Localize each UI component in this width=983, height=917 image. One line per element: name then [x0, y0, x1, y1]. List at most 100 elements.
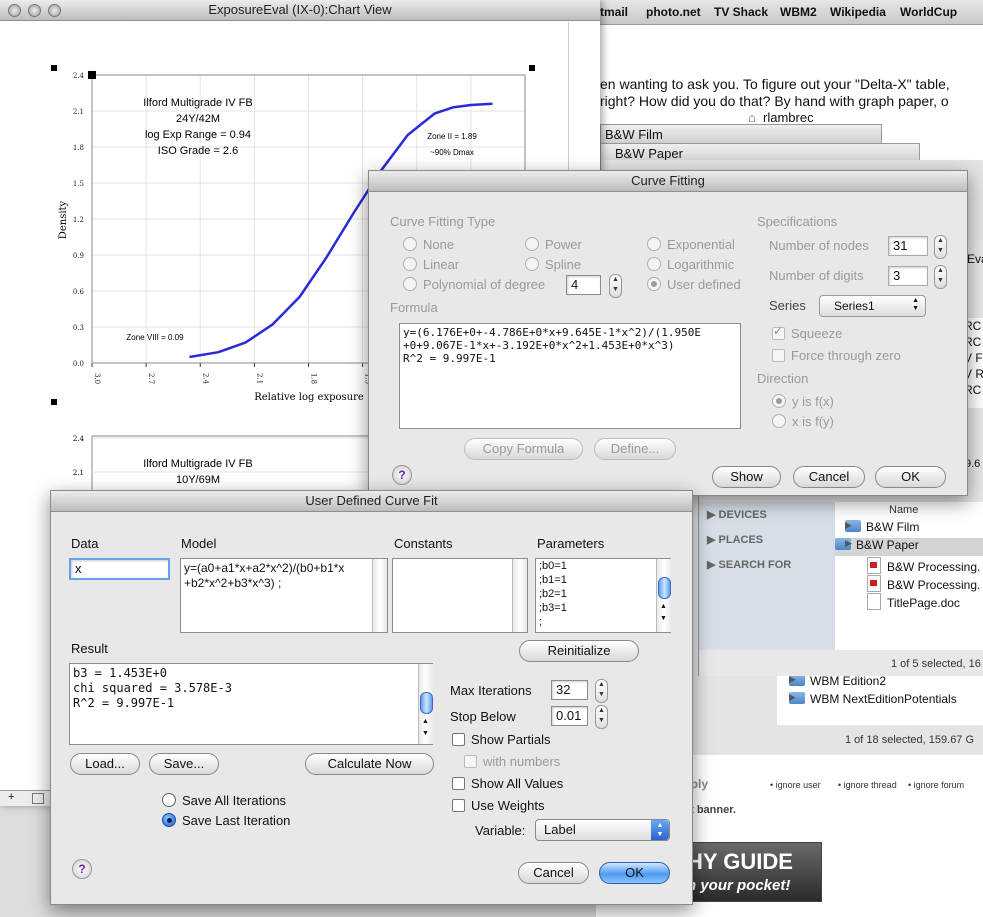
radio-save-all-iterations[interactable]: Save All Iterations	[162, 793, 286, 808]
curve-fitting-title: Curve Fitting	[631, 173, 705, 188]
number-of-digits-field[interactable]: 3	[888, 266, 928, 286]
bookmark-tv-shack[interactable]: TV Shack	[714, 5, 768, 19]
help-icon[interactable]: ?	[392, 465, 412, 485]
parameters-scroll-thumb[interactable]	[658, 577, 671, 599]
define-button[interactable]: Define...	[594, 438, 676, 460]
scroll-down-icon[interactable]: ▼	[422, 730, 429, 737]
scroll-up-icon[interactable]: ▲	[422, 718, 429, 725]
max-iterations-stepper[interactable]: ▲ ▼	[595, 679, 608, 703]
degree-stepper[interactable]: ▲ ▼	[609, 274, 622, 298]
finder-outer-item[interactable]: ▶ WBM NextEditionPotentials	[789, 692, 957, 706]
radio-polynomial[interactable]: Polynomial of degree	[403, 277, 545, 292]
bookmark-worldcup[interactable]: WorldCup	[900, 5, 957, 19]
result-scrollbar[interactable]: ▲ ▼	[418, 664, 433, 744]
ad-small-text: n your pocket!	[687, 877, 791, 894]
constants-scrollbar[interactable]	[512, 559, 527, 632]
show-button[interactable]: Show	[712, 466, 781, 488]
radio-y-is-fx[interactable]: y is f(x)	[772, 394, 834, 409]
finder-item[interactable]: ▶ B&W Film	[845, 520, 919, 534]
x-axis-label: Relative log exposure	[254, 392, 364, 403]
ignore-user-link[interactable]: • ignore user	[770, 780, 821, 790]
scroll-up-icon[interactable]: ▲	[660, 603, 667, 610]
radio-save-last-iteration[interactable]: Save Last Iteration	[162, 813, 290, 828]
series-select[interactable]: Series1 ▲ ▼	[819, 295, 926, 317]
model-scrollbar[interactable]	[372, 559, 387, 632]
number-of-nodes-field[interactable]: 31	[888, 236, 928, 256]
constants-text[interactable]	[392, 558, 528, 633]
squeeze-checkbox[interactable]: Squeeze	[772, 324, 842, 341]
cancel-button[interactable]: Cancel	[793, 466, 865, 488]
formula-text[interactable]: y=(6.176E+0+-4.786E+0*x+9.645E-1*x^2)/(1…	[399, 323, 741, 429]
chart-info-text: 24Y/42M	[176, 113, 220, 125]
stop-below-field[interactable]: 0.01	[551, 706, 588, 726]
bookmark-tmail[interactable]: tmail	[600, 5, 628, 19]
ok-button[interactable]: OK	[599, 862, 670, 884]
data-field[interactable]: x	[69, 558, 170, 580]
action-icon[interactable]	[32, 793, 44, 804]
scroll-down-icon[interactable]: ▼	[660, 615, 667, 622]
zoom-button-icon[interactable]	[48, 4, 61, 17]
partial-eval-text: Eva	[967, 252, 983, 266]
force-through-zero-checkbox[interactable]: Force through zero	[772, 348, 901, 363]
show-all-values-checkbox[interactable]: Show All Values	[452, 776, 563, 791]
add-icon[interactable]: +	[8, 791, 14, 803]
cancel-button[interactable]: Cancel	[518, 862, 589, 884]
ignore-thread-link[interactable]: • ignore thread	[838, 780, 897, 790]
minimize-button-icon[interactable]	[28, 4, 41, 17]
close-button-icon[interactable]	[8, 4, 21, 17]
variable-label: Variable:	[475, 823, 526, 838]
finder-outer-item[interactable]: ▶ WBM Edition2	[789, 674, 886, 688]
updown-arrows-icon: ▲ ▼	[651, 820, 669, 840]
annotation-zone-ii: Zone II = 1.89	[427, 132, 477, 141]
finder-item[interactable]: B&W Processing.	[867, 575, 980, 592]
radio-spline[interactable]: Spline	[525, 257, 581, 272]
bookmark-wbm2[interactable]: WBM2	[780, 5, 817, 19]
radio-linear[interactable]: Linear	[403, 257, 459, 272]
sidebar-places[interactable]: ▶ PLACES	[707, 533, 763, 546]
nodes-stepper[interactable]: ▲ ▼	[934, 235, 947, 259]
radio-user-defined[interactable]: User defined	[647, 277, 741, 292]
user-fit-titlebar[interactable]: User Defined Curve Fit	[51, 491, 692, 512]
sidebar-search-for[interactable]: ▶ SEARCH FOR	[707, 558, 791, 571]
stop-below-stepper[interactable]: ▲ ▼	[595, 705, 608, 729]
radio-exponential[interactable]: Exponential	[647, 237, 735, 252]
result-scroll-thumb[interactable]	[420, 692, 433, 714]
curve-fitting-titlebar[interactable]: Curve Fitting	[369, 171, 967, 192]
curve-fitting-type-label: Curve Fitting Type	[390, 214, 496, 229]
parameters-scrollbar[interactable]: ▲ ▼	[656, 559, 671, 632]
variable-select[interactable]: Label ▲ ▼	[535, 819, 670, 841]
finder-item[interactable]: TitlePage.doc	[867, 593, 960, 610]
radio-none[interactable]: None	[403, 237, 454, 252]
column-header-name[interactable]: Name	[889, 504, 918, 516]
ok-button[interactable]: OK	[875, 466, 946, 488]
finder-item-selected[interactable]: ▶ B&W Paper	[835, 538, 983, 556]
polynomial-degree-field[interactable]: 4	[566, 275, 601, 295]
chart-view-titlebar[interactable]: ExposureEval (IX-0):Chart View	[0, 0, 600, 21]
with-numbers-checkbox[interactable]: with numbers	[464, 754, 560, 769]
max-iterations-field[interactable]: 32	[551, 680, 588, 700]
y-tick-label: 0.6	[73, 288, 85, 296]
bookmark-wikipedia[interactable]: Wikipedia	[830, 5, 886, 19]
result-text[interactable]: b3 = 1.453E+0 chi squared = 3.578E-3 R^2…	[69, 663, 433, 745]
help-icon[interactable]: ?	[72, 859, 92, 879]
radio-power[interactable]: Power	[525, 237, 582, 252]
bookmark-photo-net[interactable]: photo.net	[646, 5, 701, 19]
save-button[interactable]: Save...	[149, 753, 219, 775]
show-partials-checkbox[interactable]: Show Partials	[452, 732, 550, 747]
copy-formula-button[interactable]: Copy Formula	[464, 438, 583, 460]
model-text[interactable]: y=(a0+a1*x+a2*x^2)/(b0+b1*x +b2*x^2+b3*x…	[180, 558, 388, 633]
use-weights-checkbox[interactable]: Use Weights	[452, 798, 544, 813]
direction-label: Direction	[757, 371, 809, 386]
sidebar-devices[interactable]: ▶ DEVICES	[707, 508, 767, 521]
reinitialize-button[interactable]: Reinitialize	[519, 640, 639, 662]
ignore-forum-link[interactable]: • ignore forum	[908, 780, 964, 790]
radio-logarithmic[interactable]: Logarithmic	[647, 257, 734, 272]
calculate-now-button[interactable]: Calculate Now	[305, 753, 434, 775]
finder-item[interactable]: B&W Processing.	[867, 557, 980, 574]
digits-stepper[interactable]: ▲ ▼	[934, 265, 947, 289]
ad-banner[interactable]: HY GUIDE n your pocket!	[684, 842, 822, 902]
parameters-text[interactable]: ;b0=1 ;b1=1 ;b2=1 ;b3=1 ;	[535, 558, 671, 633]
radio-x-is-fy[interactable]: x is f(y)	[772, 414, 834, 429]
user-name[interactable]: rlambrec	[763, 110, 814, 125]
load-button[interactable]: Load...	[70, 753, 140, 775]
